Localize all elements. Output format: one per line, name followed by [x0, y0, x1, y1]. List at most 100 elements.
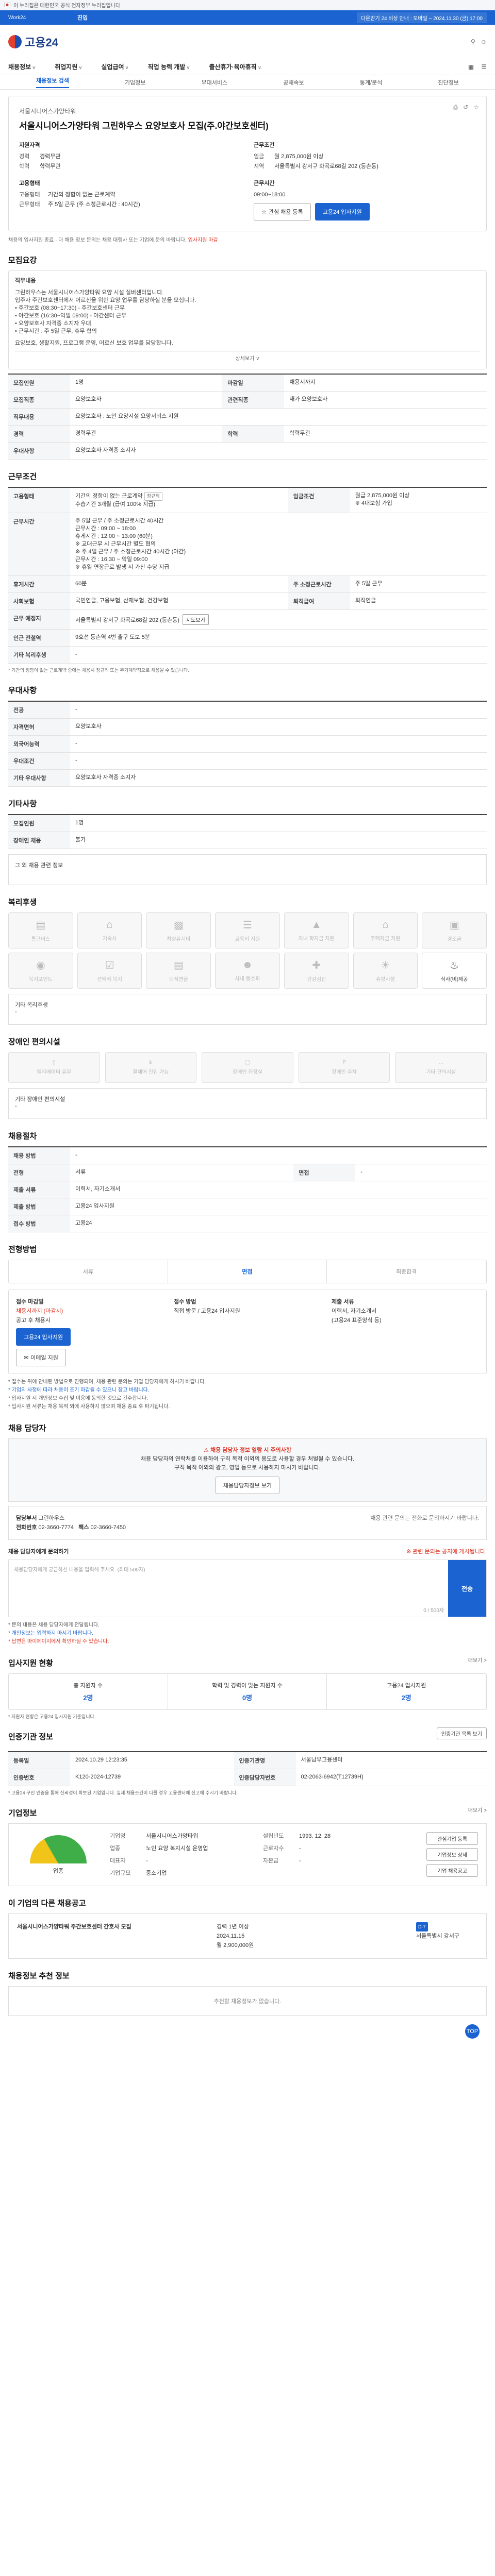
table-row: 등록일 2024.10.29 12:23:35 인증기관명 서울남부고용센터	[8, 1752, 487, 1769]
status-more-link[interactable]: 더보기 >	[468, 1656, 487, 1664]
table-row: 기타 우대사항 요양보호사 자격증 소지자	[8, 769, 487, 787]
qna-box: 채용담당자에게 궁금하신 내용을 입력해 주세요. (최대 500자) 0 / 5…	[8, 1560, 487, 1617]
corp-jobs-button[interactable]: 기업 채용공고	[426, 1864, 478, 1877]
logo-text: 고용24	[25, 36, 58, 49]
table-row: 우대사항 요양보호사 자격증 소지자	[8, 442, 487, 460]
related-job-item[interactable]: 서울시니어스가양타워 주간보호센터 간호사 모집 경력 1년 이상 2024.1…	[8, 1913, 487, 1959]
apply-col-method: 접수 방법 직접 방문 / 고용24 입사지원	[174, 1299, 240, 1314]
nav-item-training[interactable]: 직업 능력 개발 v	[148, 62, 190, 71]
related-job-meta: 경력 1년 이상 2024.11.15 월 2,900,000원	[217, 1924, 254, 1948]
content-line: • 근무시간 : 주 5일 근무, 휴무 협의	[15, 328, 97, 334]
mail-icon: ✉	[24, 1354, 29, 1361]
car-icon: ▩	[173, 920, 184, 931]
content-more-toggle[interactable]: 상세보기 ∨	[15, 351, 480, 363]
chevron-down-icon: v	[125, 65, 128, 70]
corp-favorite-button[interactable]: 관심기업 등록	[426, 1832, 478, 1845]
welfare-grid: ▤ 통근버스 ⌂ 기숙사 ▩ 차량유지비 ☰ 교육비 지원 ▲ 자녀 학자금 지원 ⌂ 주택…	[8, 912, 487, 989]
nav-item-jobs[interactable]: 채용정보 v	[8, 62, 35, 71]
tab-extra-service[interactable]: 부대서비스	[202, 78, 228, 87]
share-tools: ⎙ ↺ ☆	[453, 104, 479, 111]
recommend-empty: 추천할 채용정보가 없습니다.	[8, 1986, 487, 2016]
tab-statistics[interactable]: 통계/분석	[360, 78, 383, 87]
corp-more-link[interactable]: 더보기 >	[468, 1806, 487, 1814]
gift-icon: ▣	[449, 920, 459, 931]
summary-row: 09:00~18:00	[254, 192, 286, 198]
section-title-related: 이 기업의 다른 채용공고	[8, 1899, 86, 1908]
table-row: 우대조건 -	[8, 752, 487, 770]
star-icon[interactable]: ☆	[473, 104, 479, 111]
work-cond-table: 고용형태 기간의 정함이 없는 근로계약 정규직 수습기간 3개월 (급여 100%…	[8, 487, 487, 664]
table-row: 사회보험 국민연금, 고용보험, 산재보험, 건강보험 퇴직급여 퇴직연금	[8, 592, 487, 610]
share-icon[interactable]: ↺	[463, 104, 468, 111]
cond-note: * 기간의 정함이 없는 근로계약 중에는 채용시 정규직 또는 무기계약직으로…	[8, 668, 189, 673]
user-icon[interactable]: ☺	[481, 38, 487, 45]
toilet-icon: ◯	[244, 1060, 251, 1065]
related-job-title[interactable]: 서울시니어스가양타워 주간보호센터 간호사 모집	[17, 1922, 206, 1950]
section-title-manager: 채용 담당자	[8, 1424, 46, 1433]
elevator-icon: ▯	[53, 1060, 56, 1065]
search-icon[interactable]: ⚲	[471, 38, 475, 45]
apply-buttons: 고용24 입사지원	[16, 1328, 163, 1346]
nav-item-support[interactable]: 취업지원 v	[55, 62, 81, 71]
step-item: 서류	[9, 1260, 168, 1283]
alert-title: ⚠ 채용 담당자 정보 열람 시 주의사항	[204, 1447, 291, 1453]
other-note-title: 그 외 채용 관련 정보	[15, 862, 63, 869]
hamburger-icon[interactable]: ☰	[481, 63, 487, 71]
welfare-tile: ⌂ 주택자금 지원	[353, 912, 418, 948]
top-bar-left[interactable]: Work24	[8, 15, 26, 21]
apply-col-docs: 제출 서류 이력서, 자기소개서 (고용24 표준양식 등)	[332, 1299, 382, 1324]
nav-item-leave[interactable]: 출산휴가·육아휴직 v	[209, 62, 261, 71]
table-row: 자격면허 요양보호사	[8, 718, 487, 736]
save-job-button[interactable]: ☆ 관심 채용 등록	[254, 203, 311, 221]
grid-menu-icon[interactable]: ▦	[468, 63, 474, 71]
table-row: 모집인원 1명	[8, 815, 487, 832]
status-note: * 지원자 현황은 고용24 입사지원 기준입니다.	[8, 1714, 96, 1719]
table-row: 전공 -	[8, 701, 487, 719]
qna-textarea[interactable]: 채용담당자에게 궁금하신 내용을 입력해 주세요. (최대 500자) 0 / 5…	[9, 1560, 448, 1617]
status-header: 입사지원 현황 더보기 >	[8, 1646, 487, 1673]
tab-diagnosis[interactable]: 진단정보	[438, 78, 458, 87]
welfare-tile: ☰ 교육비 지원	[215, 912, 280, 948]
chevron-down-icon: v	[79, 65, 82, 70]
tab-job-search[interactable]: 채용정보 검색	[36, 76, 69, 88]
tab-public-recruit[interactable]: 공채속보	[283, 78, 304, 87]
top-bar-center[interactable]: 진입	[77, 13, 88, 22]
section-title-welfare: 복리후생	[8, 898, 37, 907]
welfare-etc-title: 기타 복리후생	[15, 1002, 48, 1008]
info-list-button[interactable]: 인증기관 목록 보기	[436, 1727, 487, 1739]
wheelchair-icon: ♿	[148, 1060, 153, 1065]
manager-alert: ⚠ 채용 담당자 정보 열람 시 주의사항 채용 담당자의 연락처를 이용하여 …	[8, 1438, 487, 1502]
welfare-tile: ▤ 통근버스	[8, 912, 73, 948]
house-icon: ⌂	[106, 919, 113, 930]
disabled-etc-title: 기타 장애인 편의시설	[15, 1096, 65, 1103]
table-row: 경력 경력무관 학력 학력무관	[8, 425, 487, 443]
map-view-button[interactable]: 지도보기	[182, 614, 209, 625]
table-row: 근무시간 주 5일 근무 / 주 소정근로시간 40시간 근무시간 : 09:00…	[8, 513, 487, 576]
welfare-etc-value: -	[15, 1009, 17, 1015]
site-logo[interactable]: 고용24	[8, 33, 58, 50]
status-item: 고용24 입사지원 2명	[327, 1674, 487, 1709]
qna-send-button[interactable]: 전송	[448, 1560, 486, 1617]
scroll-top-button[interactable]: TOP	[465, 2024, 480, 2039]
tab-company-info[interactable]: 기업정보	[125, 78, 145, 87]
email-apply-button[interactable]: ✉ 이메일 지원	[16, 1349, 66, 1366]
employ-type-title: 고용형태	[19, 180, 40, 187]
resort-icon: ☀	[381, 960, 390, 971]
content-line: • 주간보호 (08:30~17:30) - 주간보호센터 근무	[15, 305, 125, 311]
company-name[interactable]: 서울시니어스가양타워	[19, 107, 476, 115]
disabled-tile: ▯ 엘리베이터 유무	[8, 1052, 100, 1083]
table-row: 기타 복리후생 -	[8, 646, 487, 664]
welfare-tile: ☻ 사내 동호회	[215, 953, 280, 989]
table-row: 모집직종 요양보호사 관련직종 재가 요양보호사	[8, 391, 487, 409]
apply-deadline: 채용시까지 (마감시)	[16, 1308, 63, 1314]
print-icon[interactable]: ⎙	[453, 104, 458, 111]
nav-item-benefit[interactable]: 실업급여 v	[101, 62, 128, 71]
top-bar-notice[interactable]: 다운받기 24 비상 안내 : 모바일 ~ 2024.11.30 (금) 17:…	[356, 12, 487, 23]
apply-qual-title: 지원자격	[19, 142, 40, 148]
view-manager-button[interactable]: 채용담당자정보 보기	[215, 1477, 280, 1494]
apply-button[interactable]: 고용24 입사지원	[315, 203, 370, 221]
section-title-info: 인증기관 정보	[8, 1733, 53, 1741]
corp-detail-button[interactable]: 기업정보 상세	[426, 1848, 478, 1861]
apply-online-button[interactable]: 고용24 입사지원	[16, 1328, 71, 1346]
check-list-icon: ☑	[105, 960, 114, 971]
